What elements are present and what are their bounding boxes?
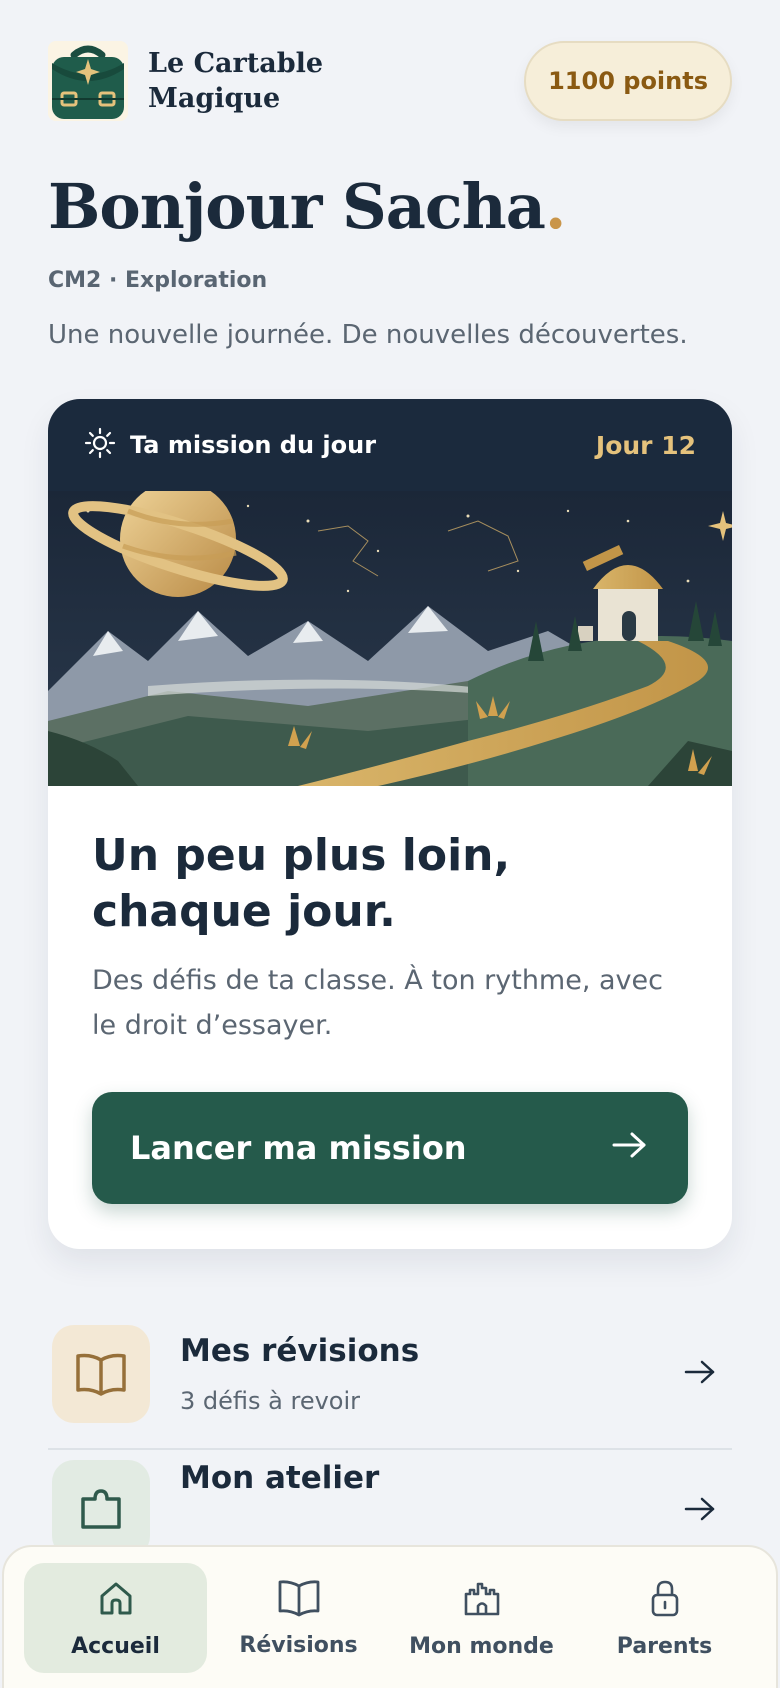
castle-icon: [462, 1578, 502, 1624]
list-item-title: Mon atelier: [180, 1460, 380, 1496]
tab-revisions[interactable]: Révisions: [207, 1563, 390, 1673]
greeting-accent-dot: .: [544, 170, 567, 243]
app-header: Le Cartable Magique 1100 points: [48, 40, 732, 122]
mission-illustration: [48, 491, 732, 786]
tab-label: Mon monde: [409, 1633, 554, 1659]
bottom-tab-bar: Accueil Révisions Mon monde Parents: [2, 1545, 778, 1688]
mission-headline: Un peu plus loin, chaque jour.: [92, 830, 511, 937]
tab-label: Révisions: [239, 1632, 358, 1658]
list-item-revisions[interactable]: Mes révisions 3 défis à revoir: [48, 1300, 732, 1450]
arrow-right-icon: [684, 1359, 724, 1389]
arrow-right-icon: [684, 1496, 724, 1526]
app-name: Le Cartable Magique: [148, 48, 324, 114]
sun-icon: [84, 427, 116, 463]
mission-description: Des défis de ta classe. À ton rythme, av…: [92, 965, 663, 1041]
puzzle-icon: [52, 1460, 150, 1558]
page-title: Bonjour Sacha.: [48, 170, 566, 243]
mission-label: Ta mission du jour: [130, 431, 377, 459]
list-item-title: Mes révisions: [180, 1333, 420, 1369]
mission-header: Ta mission du jour Jour 12: [48, 399, 732, 491]
brand[interactable]: Le Cartable Magique: [48, 41, 328, 121]
book-icon: [52, 1325, 150, 1423]
lock-icon: [647, 1578, 683, 1624]
tab-mon-monde[interactable]: Mon monde: [390, 1563, 573, 1673]
home-icon: [96, 1578, 136, 1624]
list-item-subtitle: 3 défis à revoir: [180, 1387, 361, 1415]
points-badge[interactable]: 1100 points: [524, 41, 732, 121]
mission-day-badge: Jour 12: [595, 430, 696, 460]
tab-label: Accueil: [71, 1633, 160, 1659]
tab-label: Parents: [616, 1633, 713, 1659]
tagline: Une nouvelle journée. De nouvelles décou…: [48, 320, 688, 350]
book-icon: [277, 1579, 321, 1623]
start-mission-button[interactable]: Lancer ma mission: [92, 1092, 688, 1204]
tab-accueil[interactable]: Accueil: [24, 1563, 207, 1673]
class-level: CM2 · Exploration: [48, 268, 268, 293]
start-mission-label: Lancer ma mission: [130, 1129, 467, 1167]
satchel-star-icon: [48, 41, 128, 121]
greeting-text: Bonjour Sacha: [48, 170, 546, 243]
arrow-right-icon: [612, 1129, 648, 1167]
mission-card: Ta mission du jour Jour 12 Un peu plus l…: [48, 399, 732, 1249]
tab-parents[interactable]: Parents: [573, 1563, 756, 1673]
